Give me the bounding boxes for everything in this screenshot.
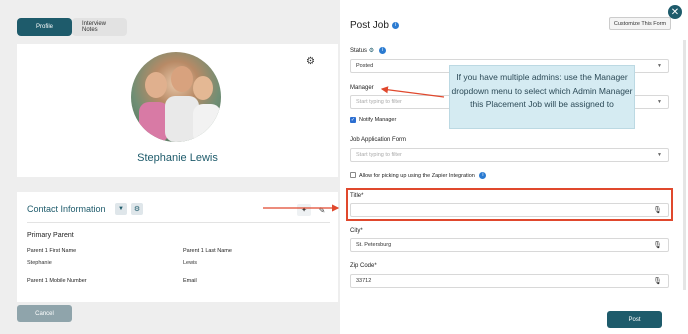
tooltip-callout: If you have multiple admins: use the Man… <box>449 65 635 129</box>
field-value: Lewis <box>183 260 198 266</box>
close-icon[interactable]: ✕ <box>668 5 682 19</box>
status-label: Status ⚙ i <box>350 47 386 54</box>
customize-form-button[interactable]: Customize This Form <box>609 17 671 30</box>
contact-title: Contact Information <box>27 204 106 214</box>
chevron-down-icon: ▼ <box>657 99 662 105</box>
application-form-label: Job Application Form <box>350 137 407 143</box>
cancel-button[interactable]: Cancel <box>17 305 72 322</box>
zapier-label: Allow for picking up using the Zapier In… <box>359 172 487 179</box>
city-value: St. Petersburg <box>356 242 392 248</box>
city-label: City* <box>350 228 363 234</box>
avatar <box>131 52 221 142</box>
zapier-info-icon[interactable]: i <box>479 172 487 179</box>
application-form-placeholder: Start typing to filter <box>356 152 402 158</box>
status-value: Posted <box>356 63 374 69</box>
status-info-icon[interactable]: i <box>378 47 386 54</box>
zapier-label-text: Allow for picking up using the Zapier In… <box>359 172 475 179</box>
profile-panel: Profile Interview Notes ⚙ Stephanie Lewi… <box>0 0 340 334</box>
profile-name: Stephanie Lewis <box>137 152 218 164</box>
zip-value: 33712 <box>356 278 372 284</box>
notify-manager-label: Notify Manager <box>359 117 397 123</box>
manager-placeholder: Start typing to filter <box>356 99 402 105</box>
field-value: Stephanie <box>27 260 52 266</box>
field-label: Parent 1 Mobile Number <box>27 278 87 284</box>
profile-tabs: Profile Interview Notes <box>17 18 127 36</box>
manager-label: Manager <box>350 85 374 91</box>
chevron-down-icon: ▼ <box>657 63 662 69</box>
contact-gear-icon[interactable]: ⚙ <box>131 203 143 215</box>
post-job-panel: Post Job i Customize This Form ✕ Status ⚙… <box>340 0 688 334</box>
post-button[interactable]: Post <box>607 311 662 328</box>
page-title: Post Job i <box>350 20 399 31</box>
title-highlight-box <box>346 188 673 221</box>
status-label-text: Status <box>350 48 368 55</box>
microphone-icon[interactable]: 🎙 <box>653 277 662 285</box>
section-heading: Primary Parent <box>27 232 74 239</box>
chevron-down-icon: ▼ <box>657 152 662 158</box>
city-input[interactable]: St. Petersburg 🎙 <box>350 238 669 252</box>
tab-profile[interactable]: Profile <box>17 18 72 36</box>
zip-label: Zip Code* <box>350 263 377 269</box>
chevron-down-icon[interactable]: ▼ <box>115 203 127 215</box>
divider <box>27 222 330 223</box>
zip-input[interactable]: 33712 🎙 <box>350 274 669 288</box>
quick-action-icon[interactable]: ✦ <box>297 204 311 216</box>
field-label: Parent 1 First Name <box>27 248 77 254</box>
contact-card: Contact Information ▼ ⚙ ✦ ✎ Primary Pare… <box>17 192 338 302</box>
status-gear-icon[interactable]: ⚙ <box>369 48 374 54</box>
edit-pencil-icon[interactable]: ✎ <box>315 204 329 216</box>
zapier-checkbox[interactable] <box>350 172 356 178</box>
info-icon[interactable]: i <box>391 21 399 29</box>
field-label: Email <box>183 278 197 284</box>
notify-manager-checkbox[interactable]: ✓ <box>350 117 356 123</box>
application-form-select[interactable]: Start typing to filter ▼ <box>350 148 669 162</box>
field-label: Parent 1 Last Name <box>183 248 232 254</box>
scrollbar[interactable] <box>683 40 686 290</box>
gear-icon[interactable]: ⚙ <box>306 56 315 67</box>
microphone-icon[interactable]: 🎙 <box>653 241 662 249</box>
page-title-text: Post Job <box>350 20 389 31</box>
tab-interview-notes[interactable]: Interview Notes <box>72 18 127 36</box>
